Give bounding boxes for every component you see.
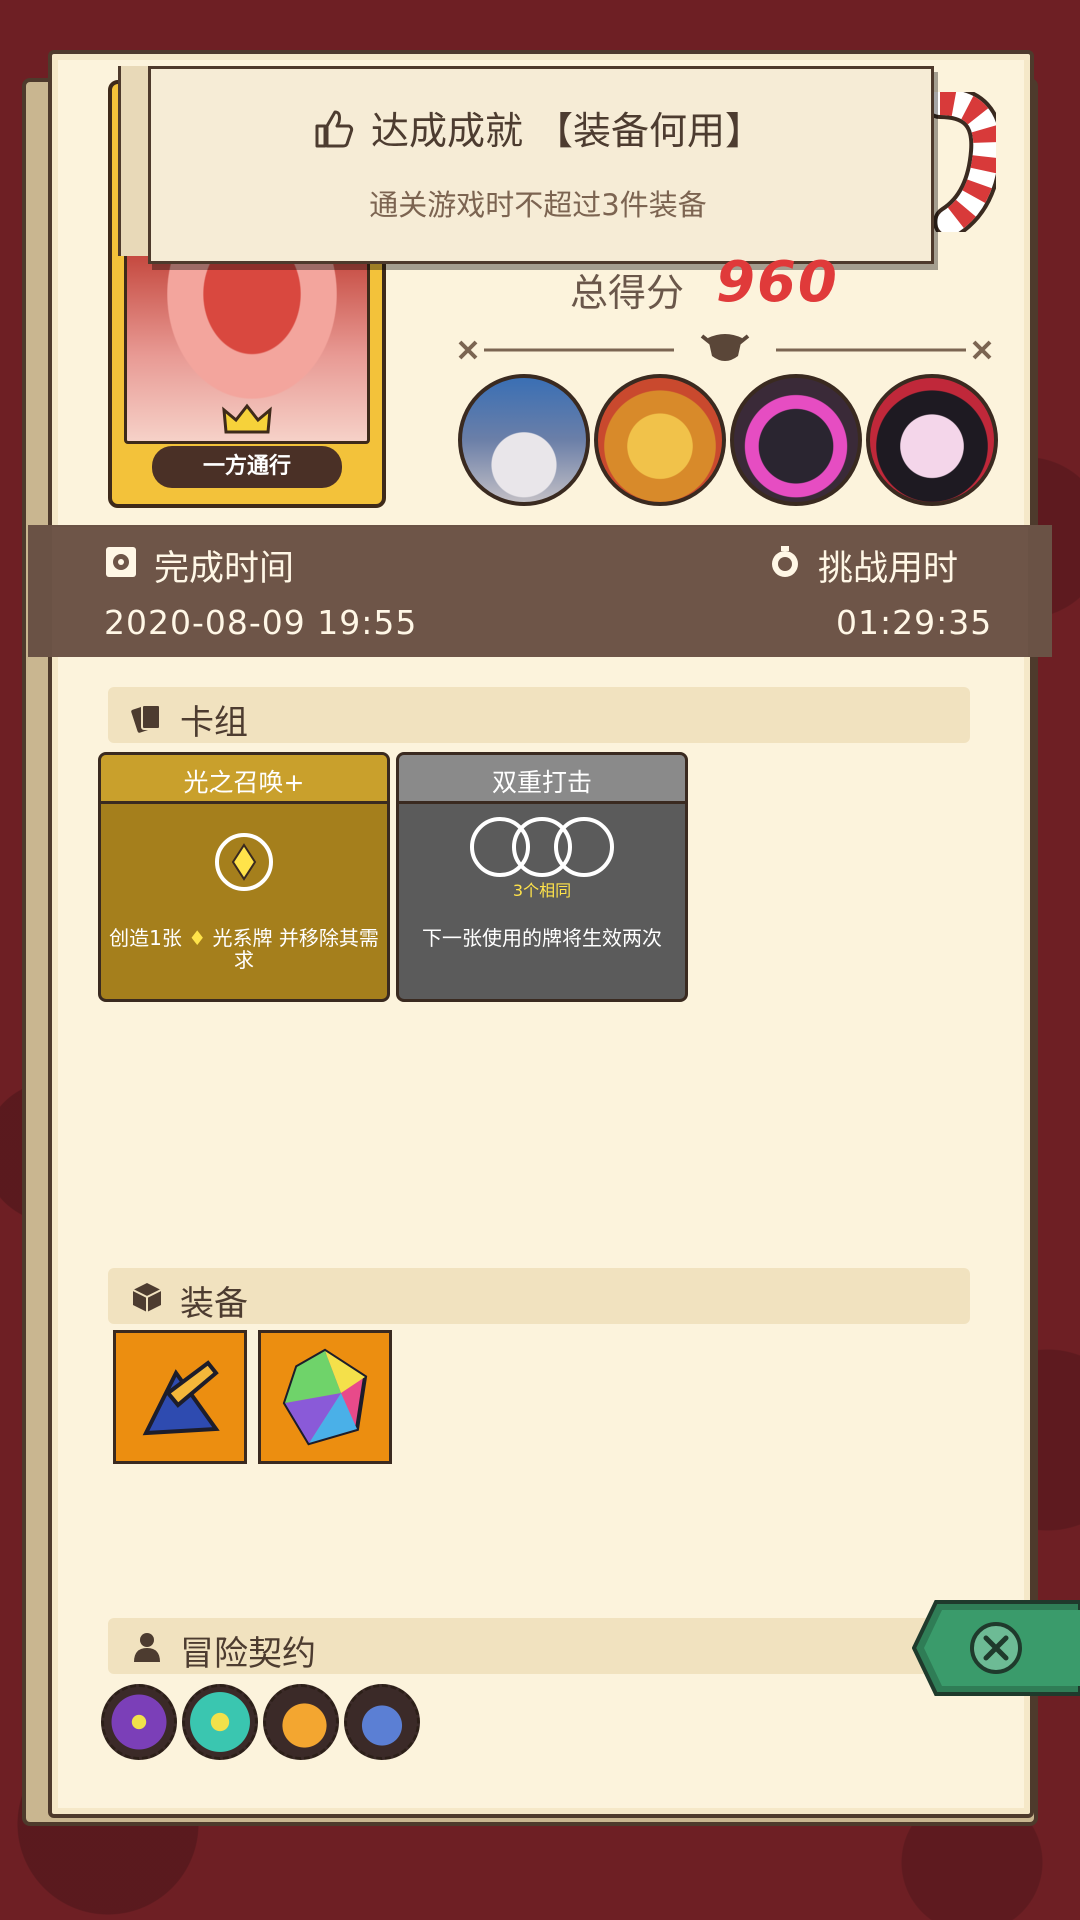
equipment-slot-1[interactable] — [113, 1330, 247, 1464]
achievement-banner[interactable] — [148, 66, 934, 264]
challenge-duration-value: 01:29:35 — [836, 603, 993, 642]
film-icon — [106, 547, 136, 577]
card-desc-suffix: 光系牌 并移除其需求 — [212, 926, 379, 972]
contracts-section-label: 冒险契约 — [180, 1634, 316, 1674]
light-diamond-small-icon: ♦ — [188, 926, 207, 950]
crossbow-icon — [142, 1360, 220, 1436]
crown-icon — [222, 403, 272, 434]
person-icon — [134, 1633, 160, 1662]
hero-name: 一方通行 — [152, 446, 342, 488]
boss-portrait-orc[interactable] — [594, 374, 726, 506]
equipment-section-label: 装备 — [180, 1284, 248, 1324]
card-requirement: 3个相同 — [512, 881, 572, 900]
boss-portrait-wizard[interactable] — [458, 374, 590, 506]
three-slots-icon — [470, 817, 614, 877]
thumbs-up-icon — [315, 110, 354, 148]
completion-time-value: 2020-08-09 19:55 — [104, 603, 418, 642]
score-value: 960 — [716, 250, 839, 315]
completion-time-label: 完成时间 — [154, 549, 295, 589]
challenge-duration-label: 挑战用时 — [818, 549, 959, 589]
achievement-title: 达成成就 【装备何用】 — [148, 100, 928, 155]
deck-section-header: 卡组 — [108, 687, 970, 743]
cards-icon — [131, 704, 161, 733]
contracts-section-header: 冒险契约 — [108, 1618, 970, 1674]
deck-section-label: 卡组 — [180, 703, 248, 743]
achievement-title-text: 达成成就 【装备何用】 — [370, 109, 764, 153]
contract-cyan-gear[interactable] — [182, 1684, 258, 1760]
deck-card-light-summon[interactable]: 光之召唤+ 创造1张 ♦ 光系牌 并移除其需求 — [98, 752, 390, 1002]
equipment-slot-2[interactable] — [258, 1330, 392, 1464]
score-label: 总得分 — [570, 271, 685, 315]
achievement-subtitle: 通关游戏时不超过3件装备 — [369, 188, 707, 222]
card-description: 下一张使用的牌将生效两次 — [422, 926, 662, 950]
boss-portrait-vampire[interactable] — [866, 374, 998, 506]
card-name: 光之召唤+ — [183, 768, 305, 797]
light-diamond-icon — [215, 833, 273, 891]
card-desc-prefix: 创造1张 — [109, 926, 182, 950]
close-button[interactable] — [912, 1600, 1080, 1696]
contract-horn[interactable] — [263, 1684, 339, 1760]
stopwatch-icon — [772, 546, 798, 577]
crystal-gem-icon — [282, 1348, 368, 1446]
card-description: 创造1张 ♦ 光系牌 并移除其需求 — [109, 927, 379, 971]
boss-portrait-shadow-knight[interactable] — [730, 374, 862, 506]
contract-scroll[interactable] — [344, 1684, 420, 1760]
equipment-section-header: 装备 — [108, 1268, 970, 1324]
box-icon — [132, 1283, 162, 1312]
hero-dress-art — [167, 249, 337, 399]
card-name: 双重打击 — [491, 768, 592, 797]
deck-card-double-strike[interactable]: 双重打击 3个相同 下一张使用的牌将生效两次 — [396, 752, 688, 1002]
ornament-divider — [458, 334, 992, 361]
contract-purple-crown[interactable] — [101, 1684, 177, 1760]
